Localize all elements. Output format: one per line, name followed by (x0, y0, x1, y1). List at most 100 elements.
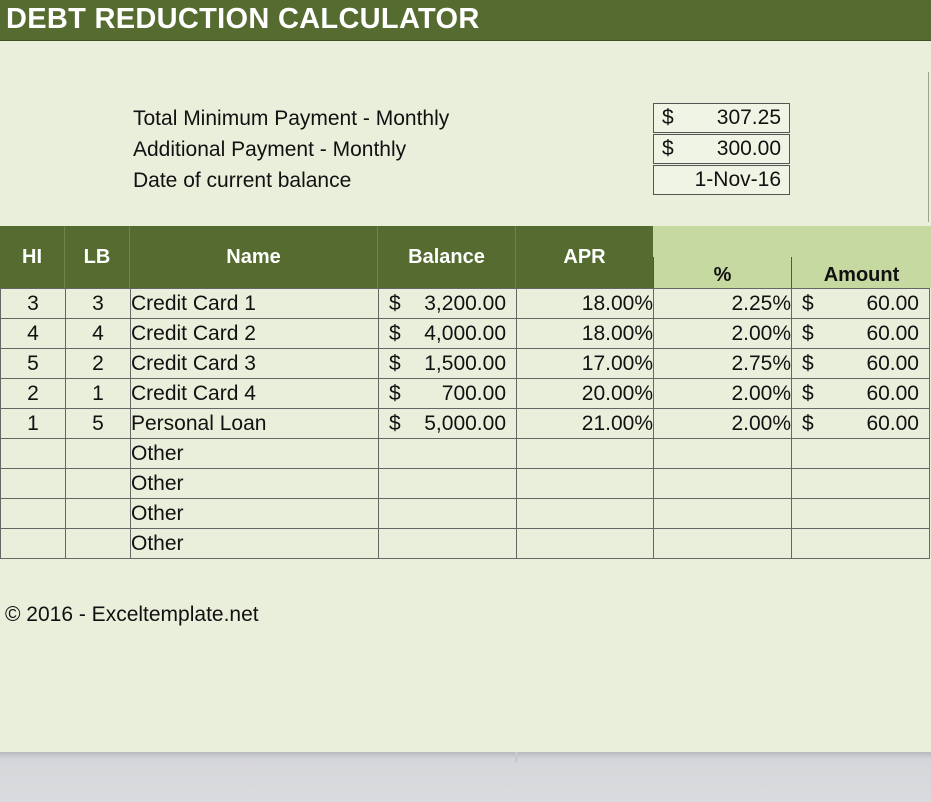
balance-value: 5,000.00 (424, 412, 506, 435)
cell-name[interactable]: Other (130, 528, 379, 559)
cell-name[interactable]: Credit Card 1 (130, 288, 379, 319)
header-apr[interactable]: APR (516, 226, 653, 288)
cell-balance[interactable] (378, 438, 517, 469)
cell-amount[interactable]: $60.00 (791, 288, 930, 319)
cell-amount[interactable] (791, 438, 930, 469)
cell-amount[interactable]: $60.00 (791, 318, 930, 349)
cell-balance[interactable]: $700.00 (378, 378, 517, 409)
header-amount[interactable]: Amount (791, 257, 931, 288)
cell-lb[interactable] (65, 468, 131, 499)
cell-apr[interactable]: 18.00% (516, 288, 654, 319)
cell-amount[interactable]: $60.00 (791, 408, 930, 439)
cell-percent[interactable]: 2.25% (653, 288, 792, 319)
cell-lb[interactable] (65, 528, 131, 559)
balance-value: 1,500.00 (424, 352, 506, 375)
cell-text: 1 (92, 381, 104, 405)
cell-percent[interactable] (653, 528, 792, 559)
cell-balance[interactable]: $5,000.00 (378, 408, 517, 439)
cell-lb[interactable]: 1 (65, 378, 131, 409)
cell-percent[interactable] (653, 468, 792, 499)
cell-balance[interactable] (378, 498, 517, 529)
balance-date-value: 1-Nov-16 (694, 168, 781, 191)
cell-name[interactable]: Credit Card 3 (130, 348, 379, 379)
cell-balance[interactable]: $4,000.00 (378, 318, 517, 349)
cell-name[interactable]: Other (130, 498, 379, 529)
balance-value: 4,000.00 (424, 322, 506, 345)
cell-text: Other (131, 501, 184, 525)
cell-name[interactable]: Personal Loan (130, 408, 379, 439)
cell-balance[interactable]: $3,200.00 (378, 288, 517, 319)
additional-payment-cell[interactable]: $ 300.00 (653, 134, 790, 164)
amount-value: 60.00 (866, 352, 919, 375)
cell-text: Credit Card 2 (131, 321, 256, 345)
cell-percent[interactable]: 2.00% (653, 378, 792, 409)
cell-amount[interactable] (791, 468, 930, 499)
cell-percent[interactable]: 2.75% (653, 348, 792, 379)
cell-apr[interactable]: 17.00% (516, 348, 654, 379)
cell-apr[interactable]: 18.00% (516, 318, 654, 349)
cell-hi[interactable] (0, 498, 66, 529)
cell-apr[interactable]: 20.00% (516, 378, 654, 409)
amount-value: 60.00 (866, 322, 919, 345)
cell-apr[interactable]: 21.00% (516, 408, 654, 439)
header-lb[interactable]: LB (65, 226, 130, 288)
cell-amount[interactable] (791, 498, 930, 529)
cell-text: 17.00% (581, 351, 653, 375)
cell-text: 18.00% (581, 321, 653, 345)
cell-percent[interactable]: 2.00% (653, 318, 792, 349)
cell-apr[interactable] (516, 528, 654, 559)
cell-hi[interactable] (0, 468, 66, 499)
cell-text: 3 (92, 291, 104, 315)
header-name[interactable]: Name (130, 226, 378, 288)
cell-hi[interactable]: 5 (0, 348, 66, 379)
cell-text: Credit Card 4 (131, 381, 256, 405)
cell-hi[interactable] (0, 438, 66, 469)
header-hi[interactable]: HI (0, 226, 65, 288)
header-apr-label: APR (563, 245, 606, 268)
table-row: 3 3 Credit Card 1 $3,200.00 18.00% 2.25% $60.0… (0, 288, 930, 319)
cell-amount[interactable] (791, 528, 930, 559)
cell-apr[interactable] (516, 468, 654, 499)
cell-percent[interactable]: 2.00% (653, 408, 792, 439)
header-amount-label: Amount (823, 264, 900, 286)
cell-lb[interactable]: 5 (65, 408, 131, 439)
cell-lb[interactable]: 2 (65, 348, 131, 379)
cell-text: 4 (92, 321, 104, 345)
cell-lb[interactable]: 3 (65, 288, 131, 319)
cell-percent[interactable] (653, 438, 792, 469)
cell-hi[interactable]: 2 (0, 378, 66, 409)
cell-lb[interactable]: 4 (65, 318, 131, 349)
balance-date-cell[interactable]: 1-Nov-16 (653, 165, 790, 195)
header-hi-label: HI (22, 245, 42, 268)
cell-balance[interactable] (378, 528, 517, 559)
cell-hi[interactable]: 1 (0, 408, 66, 439)
cell-apr[interactable] (516, 438, 654, 469)
currency-symbol: $ (802, 352, 814, 375)
cell-amount[interactable]: $60.00 (791, 378, 930, 409)
currency-symbol: $ (389, 322, 401, 345)
cell-hi[interactable]: 3 (0, 288, 66, 319)
cell-hi[interactable]: 4 (0, 318, 66, 349)
cell-apr[interactable] (516, 498, 654, 529)
amount-value: 60.00 (866, 382, 919, 405)
currency-symbol: $ (389, 412, 401, 435)
cell-name[interactable]: Other (130, 438, 379, 469)
min-payment-cell[interactable]: $ 307.25 (653, 103, 790, 133)
cell-text: 5 (27, 351, 39, 375)
currency-symbol: $ (389, 382, 401, 405)
cell-percent[interactable] (653, 498, 792, 529)
cell-lb[interactable] (65, 438, 131, 469)
cell-text: 5 (92, 411, 104, 435)
header-percent[interactable]: % (653, 257, 791, 288)
cell-lb[interactable] (65, 498, 131, 529)
title-bar: DEBT REDUCTION CALCULATOR (0, 0, 931, 41)
header-balance[interactable]: Balance (378, 226, 516, 288)
cell-balance[interactable]: $1,500.00 (378, 348, 517, 379)
cell-amount[interactable]: $60.00 (791, 348, 930, 379)
cell-balance[interactable] (378, 468, 517, 499)
cell-name[interactable]: Other (130, 468, 379, 499)
cell-name[interactable]: Credit Card 2 (130, 318, 379, 349)
cell-name[interactable]: Credit Card 4 (130, 378, 379, 409)
table-row: 4 4 Credit Card 2 $4,000.00 18.00% 2.00% $60.0… (0, 318, 930, 349)
cell-hi[interactable] (0, 528, 66, 559)
